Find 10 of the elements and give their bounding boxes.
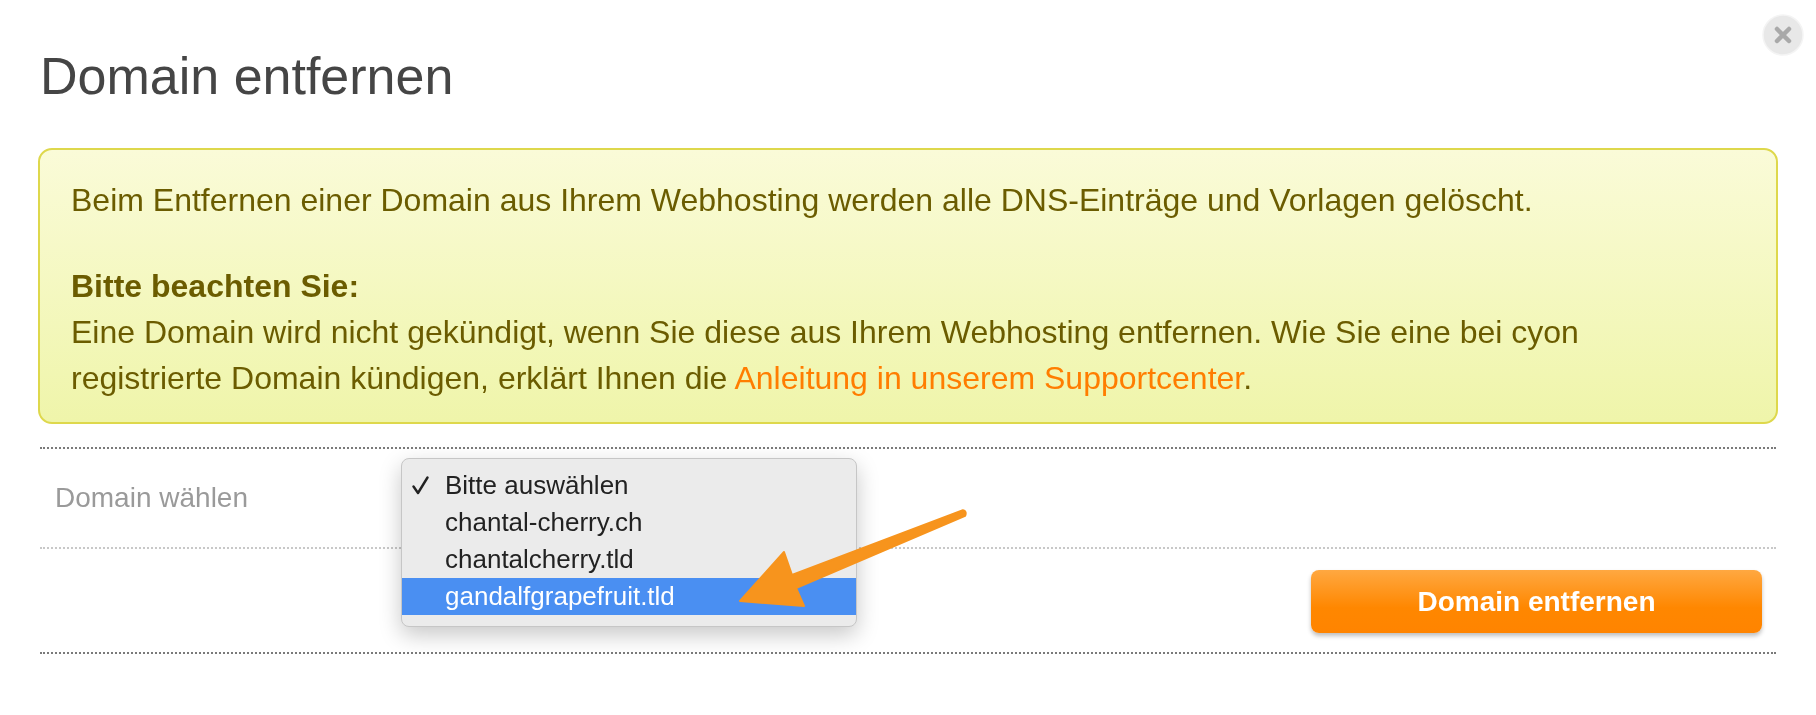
field-label: Domain wählen — [55, 482, 249, 514]
close-icon — [1762, 14, 1804, 56]
notice-heading: Bitte beachten Sie: — [71, 267, 361, 306]
dropdown-option[interactable]: Bitte auswählen — [402, 467, 856, 504]
dropdown-option[interactable]: chantalcherry.tld — [402, 541, 856, 578]
notice-message: Beim Entfernen einer Domain aus Ihrem Webhosting werden alle DNS-Einträge und Vorlagen gelöscht. — [71, 181, 1534, 220]
dialog-title: Domain entfernen — [40, 46, 454, 107]
dropdown-option[interactable]: chantal-cherry.ch — [402, 504, 856, 541]
close-button[interactable] — [1762, 14, 1804, 56]
notice-text: Eine Domain wird nicht gekündigt, wenn Sie diese aus Ihrem Webhosting entfernen. Wie Sie eine bei cyon registrierte Domain kündigen, erklärt Ihnen die Anleitung in unserem Supportcenter. — [71, 313, 1580, 398]
